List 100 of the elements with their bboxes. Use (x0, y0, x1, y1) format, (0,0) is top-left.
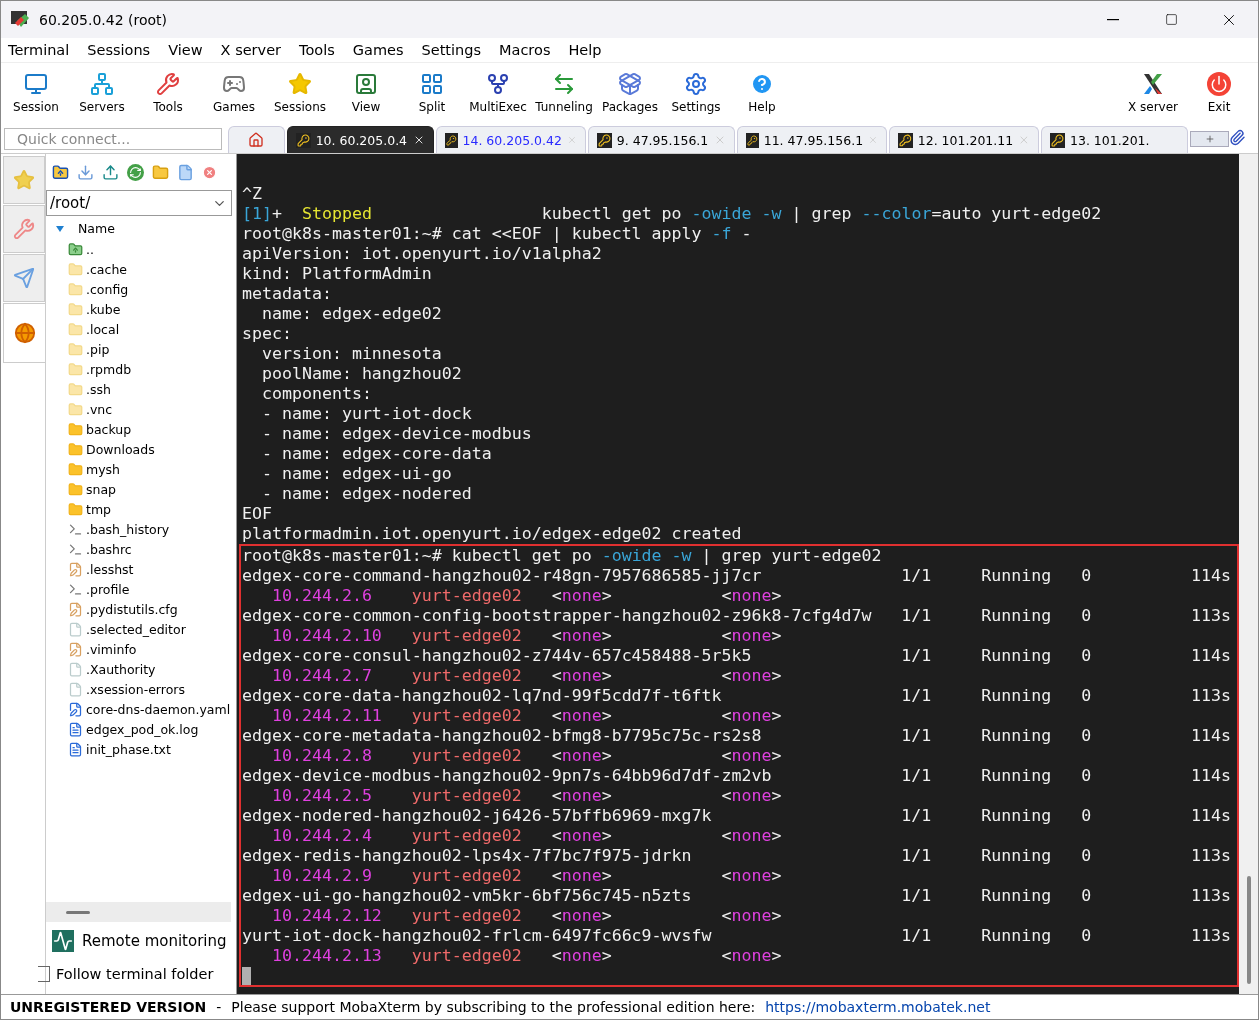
menu-item[interactable]: Sessions (87, 42, 160, 58)
power-icon (1207, 72, 1231, 96)
download-icon[interactable] (77, 163, 94, 181)
terminal-text: EOF (242, 504, 272, 523)
file-item[interactable]: .Xauthority (46, 659, 236, 679)
file-item[interactable]: .pip (46, 339, 236, 359)
terminal-file-icon (68, 521, 83, 537)
toolbar-button[interactable]: View (335, 70, 397, 116)
path-dropdown[interactable]: /root/ (46, 190, 232, 216)
package-icon (618, 72, 642, 96)
plus-icon (1204, 134, 1215, 144)
toolbar-button[interactable]: Session (5, 70, 67, 116)
toolbar-button[interactable]: Sessions (269, 70, 331, 116)
quick-connect-field[interactable]: Quick connect... (4, 128, 222, 150)
terminal-text: - name: edgex-ui-go (260, 464, 452, 483)
side-tab[interactable] (3, 303, 45, 363)
file-item[interactable]: backup (46, 419, 236, 439)
session-tab[interactable]: 11. 47.95.156.1 (737, 126, 887, 153)
toolbar-button[interactable]: Tools (137, 70, 199, 116)
splitter-grip[interactable] (66, 910, 90, 914)
file-item[interactable]: .. (46, 239, 236, 259)
toolbar-button[interactable]: Split (401, 70, 463, 116)
new-folder-icon[interactable] (152, 163, 169, 181)
side-tab[interactable] (3, 205, 45, 253)
file-item[interactable]: core-dns-daemon.yaml (46, 699, 236, 719)
toolbar-button[interactable]: Servers (71, 70, 133, 116)
file-item[interactable]: .kube (46, 299, 236, 319)
checkbox[interactable] (38, 966, 50, 982)
file-item[interactable]: .viminfo (46, 639, 236, 659)
terminal-text: spec: (242, 324, 292, 343)
folder-up-icon[interactable] (52, 163, 69, 181)
terminal-text: | grep (790, 204, 853, 223)
split-icon (420, 72, 444, 96)
side-tab[interactable] (3, 254, 45, 302)
toolbar-button[interactable]: Packages (599, 70, 661, 116)
maximize-icon (1164, 13, 1178, 26)
toolbar-button[interactable]: Games (203, 70, 265, 116)
menu-item[interactable]: Games (352, 42, 413, 58)
file-item[interactable]: .rpmdb (46, 359, 236, 379)
terminal-text: edgex-core-metadata-hangzhou02-bfmg8-b7795c75c-rs2s8 1/1 Running 0 114s (242, 726, 1232, 746)
session-tab[interactable]: 12. 101.201.11 (889, 126, 1039, 153)
file-item[interactable]: tmp (46, 499, 236, 519)
toolbar-button[interactable]: X server (1122, 70, 1184, 116)
file-item[interactable]: edgex_pod_ok.log (46, 719, 236, 739)
file-item[interactable]: snap (46, 479, 236, 499)
folder-icon (68, 481, 83, 497)
terminal-text: 10.244.2.11 yurt-edge02 <none> <none> (270, 706, 783, 726)
monitor-graph-icon (52, 930, 74, 952)
menu-item[interactable]: View (168, 42, 212, 58)
terminal-text: edgex-core-common-config-bootstrapper-hangzhou02-z96k8-7cfg4d7w 1/1 Running 0 113s (242, 606, 1232, 626)
terminal-text: -owide (691, 204, 752, 223)
menu-item[interactable]: Macros (499, 42, 560, 58)
toolbar-button[interactable]: Exit (1188, 70, 1250, 116)
paperclip-icon[interactable] (1229, 129, 1246, 146)
terminal-text: 10.244.2.7 yurt-edge02 <none> <none> (270, 666, 783, 686)
toolbar-button[interactable]: Tunneling (533, 70, 595, 116)
scrollbar[interactable] (1239, 154, 1258, 994)
file-item[interactable]: .xsession-errors (46, 679, 236, 699)
session-tab[interactable]: 10. 60.205.0.4 (286, 126, 434, 153)
file-item[interactable]: .bash_history (46, 519, 236, 539)
file-item[interactable]: .bashrc (46, 539, 236, 559)
file-item[interactable]: .pydistutils.cfg (46, 599, 236, 619)
file-item[interactable]: .cache (46, 259, 236, 279)
terminal-text: version: minnesota (260, 344, 442, 363)
file-item[interactable]: init_phase.txt (46, 739, 236, 759)
delete-icon[interactable] (202, 164, 217, 180)
refresh-icon[interactable] (127, 163, 144, 181)
upload-icon[interactable] (102, 163, 119, 181)
help-icon (750, 72, 774, 96)
text-file-icon (68, 741, 83, 757)
menu-item[interactable]: Tools (299, 42, 344, 58)
website-link[interactable]: https://mobaxterm.mobatek.net (765, 999, 991, 1015)
session-tab[interactable]: 9. 47.95.156.1 (587, 126, 735, 153)
file-icon (68, 621, 83, 637)
menu-item[interactable]: Help (568, 42, 611, 58)
file-item[interactable]: Downloads (46, 439, 236, 459)
checkbox-label[interactable]: Follow terminal folder (56, 966, 214, 982)
settings-icon (684, 72, 708, 96)
file-item[interactable]: .local (46, 319, 236, 339)
menu-item[interactable]: X server (220, 42, 291, 58)
file-item[interactable]: mysh (46, 459, 236, 479)
menu-item[interactable]: Terminal (8, 42, 79, 58)
tools-icon (156, 72, 180, 96)
session-tab[interactable]: 13. 101.201. (1041, 126, 1189, 153)
home-tab[interactable] (227, 126, 285, 153)
file-item[interactable]: .vnc (46, 399, 236, 419)
file-item[interactable]: .lesshst (46, 559, 236, 579)
support-message: Please support MobaXterm by subscribing to the professional edition here: (231, 999, 756, 1015)
new-file-icon[interactable] (177, 163, 194, 181)
file-item[interactable]: .config (46, 279, 236, 299)
toolbar-button[interactable]: MultiExec (467, 70, 529, 116)
file-item[interactable]: .profile (46, 579, 236, 599)
toolbar-button[interactable]: Settings (665, 70, 727, 116)
remote-monitoring-button[interactable]: Remote monitoring (46, 922, 236, 960)
file-item[interactable]: .ssh (46, 379, 236, 399)
file-item[interactable]: .selected_editor (46, 619, 236, 639)
menu-item[interactable]: Settings (421, 42, 490, 58)
column-header[interactable]: Name (78, 221, 115, 236)
toolbar-button[interactable]: Help (731, 70, 793, 116)
session-tab[interactable]: 14. 60.205.0.42 (435, 126, 586, 153)
